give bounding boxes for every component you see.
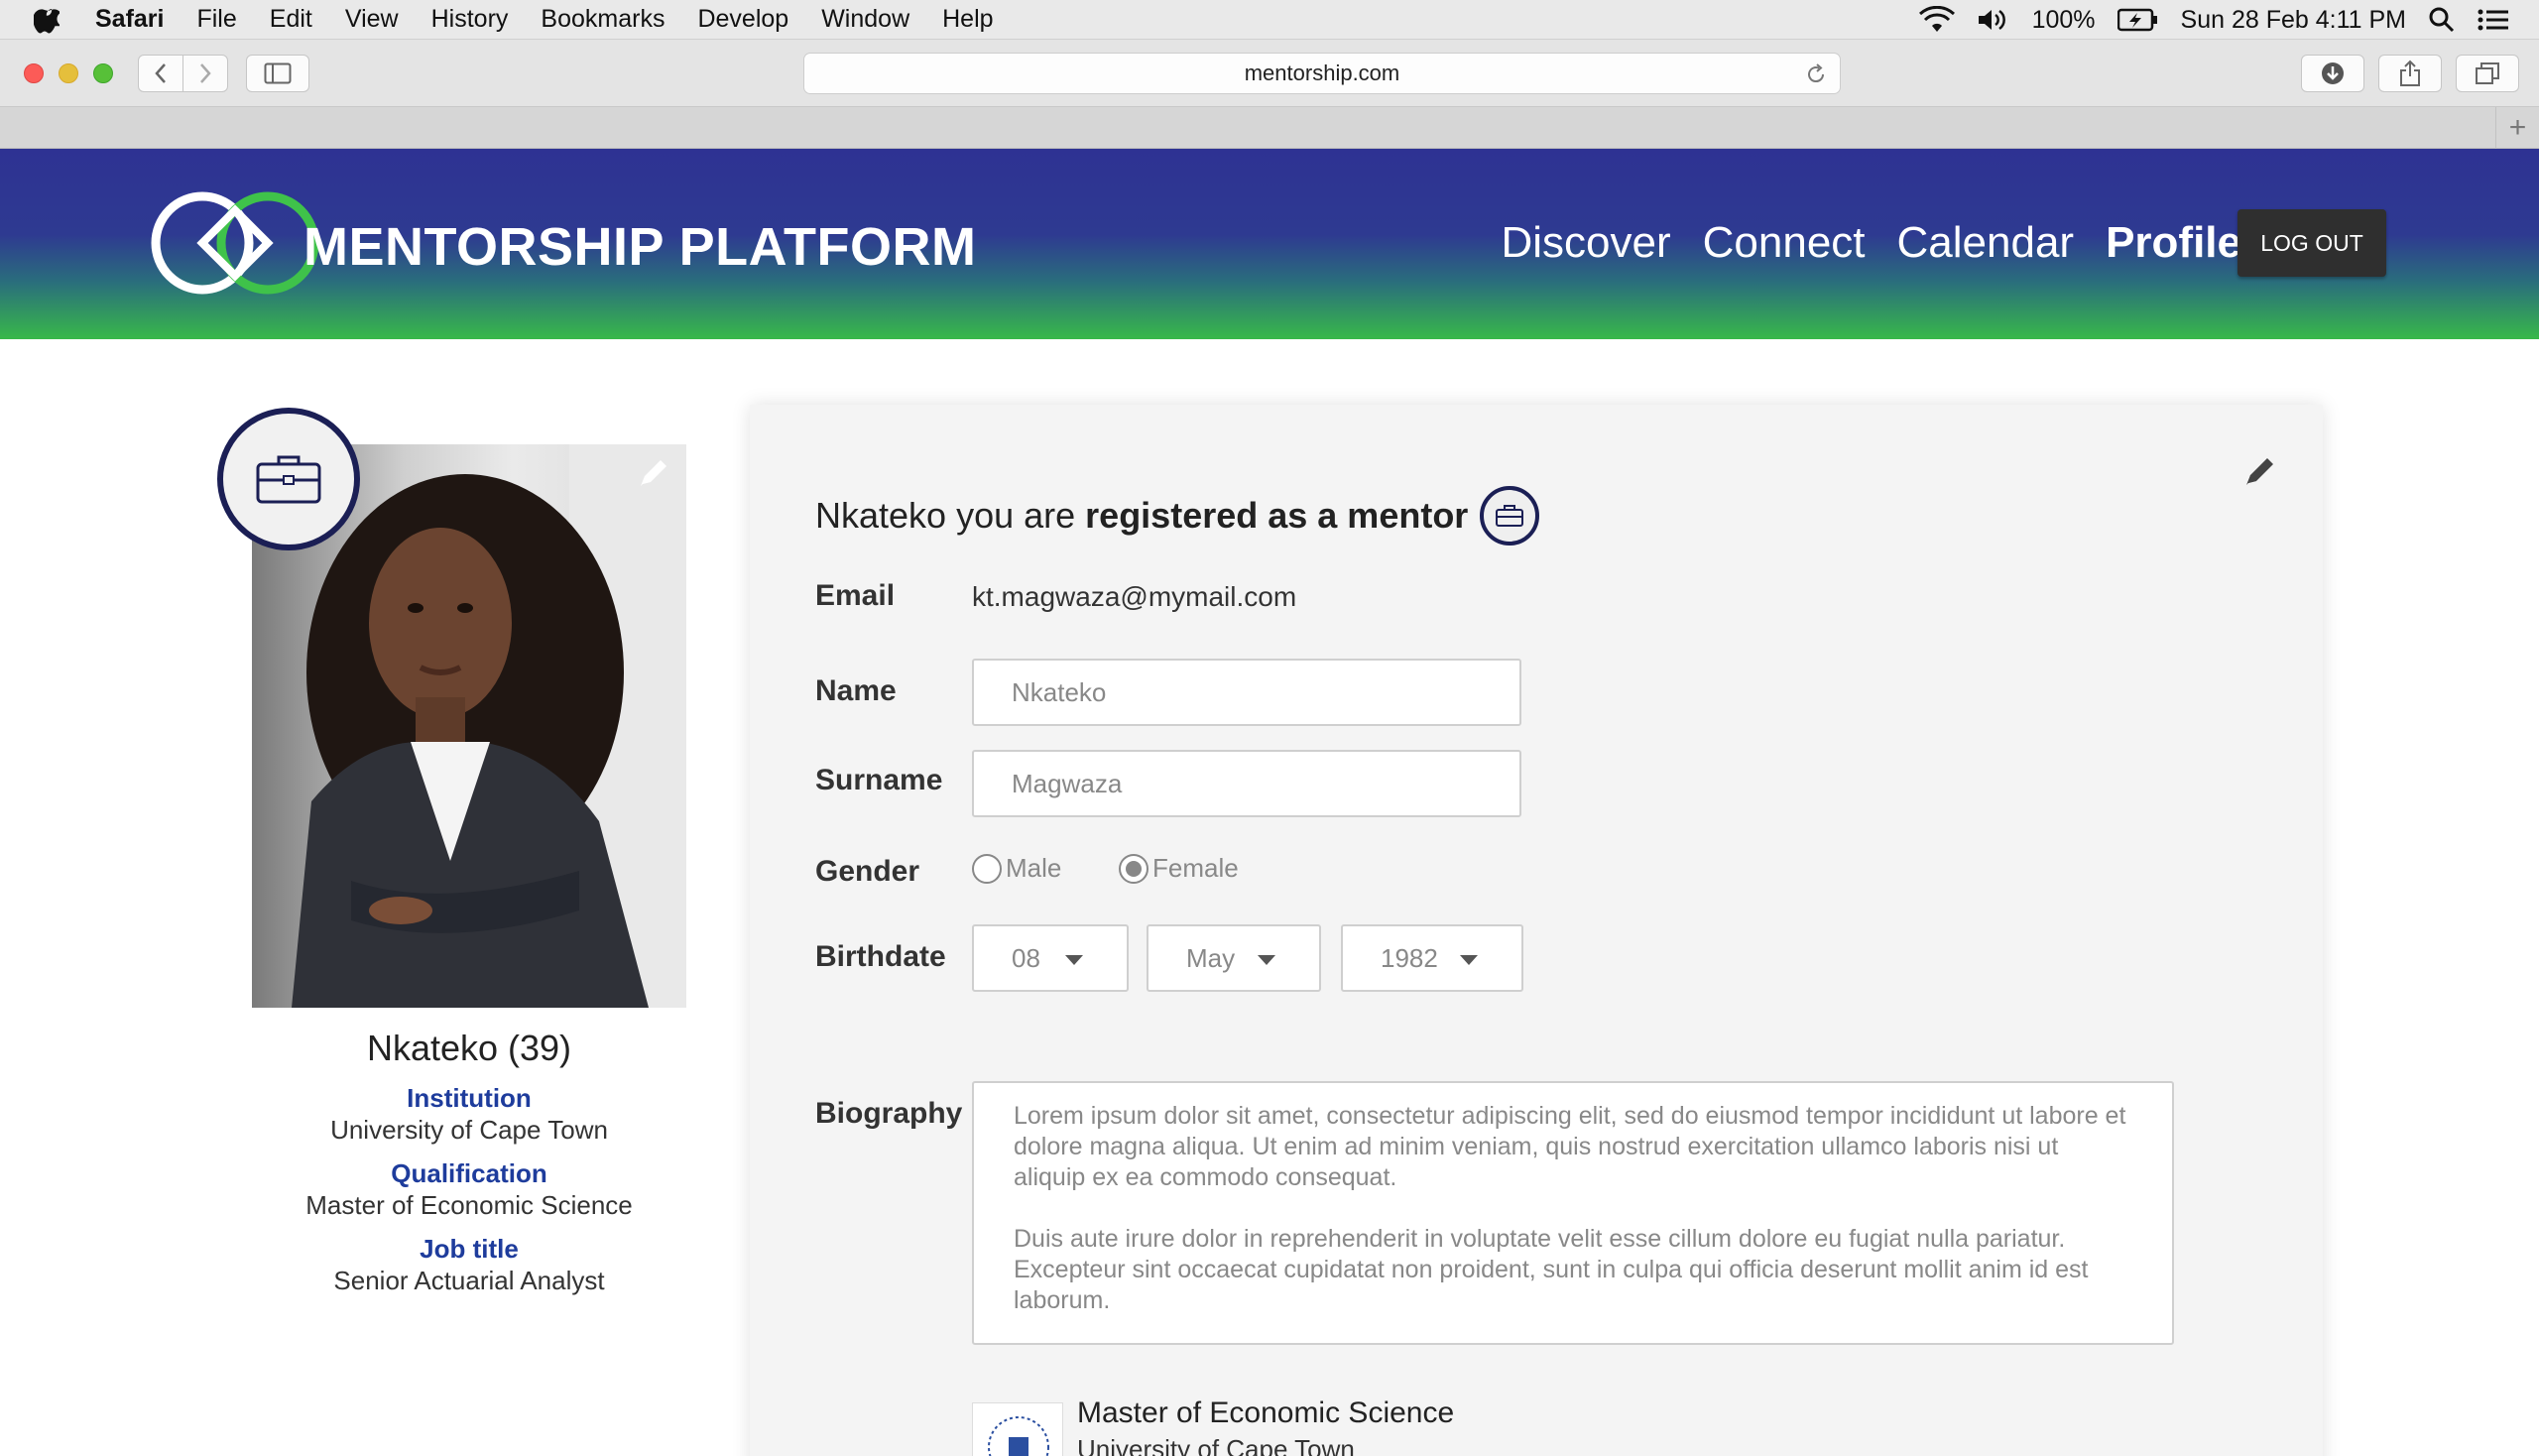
gender-label: Gender bbox=[815, 855, 920, 888]
share-icon bbox=[2400, 60, 2420, 86]
mentor-small-badge bbox=[1480, 486, 1540, 546]
volume-icon[interactable] bbox=[1977, 7, 2010, 33]
window-minimize-button[interactable] bbox=[59, 63, 78, 83]
edit-profile-pencil-icon[interactable] bbox=[2239, 450, 2281, 492]
biography-textarea[interactable]: Lorem ipsum dolor sit amet, consectetur … bbox=[972, 1081, 2174, 1345]
heading-role: registered as a mentor bbox=[1085, 495, 1469, 536]
window-close-button[interactable] bbox=[24, 63, 44, 83]
reload-icon[interactable] bbox=[1804, 62, 1828, 86]
menu-bar: Safari File Edit View History Bookmarks … bbox=[0, 0, 2539, 40]
show-tabs-button[interactable] bbox=[2456, 55, 2519, 92]
caret-down-icon bbox=[1258, 955, 1275, 965]
heading-prefix: Nkateko you are bbox=[815, 495, 1076, 536]
new-tab-plus-icon[interactable]: + bbox=[2495, 107, 2539, 149]
qualification-entry-institution: University of Cape Town bbox=[1077, 1434, 1355, 1456]
brand-title[interactable]: MENTORSHIP PLATFORM bbox=[303, 216, 977, 278]
qualification-label: Qualification bbox=[391, 1158, 547, 1188]
gender-male-label: Male bbox=[1006, 853, 1062, 883]
menu-view[interactable]: View bbox=[345, 5, 399, 34]
url-text: mentorship.com bbox=[1244, 61, 1400, 85]
job-title-label: Job title bbox=[420, 1234, 519, 1264]
browser-toolbar: mentorship.com bbox=[0, 40, 2539, 107]
chevron-left-icon bbox=[155, 63, 166, 83]
nav-connect[interactable]: Connect bbox=[1703, 218, 1866, 268]
apple-icon[interactable] bbox=[34, 5, 69, 35]
registration-heading: Nkateko you are registered as a mentor bbox=[815, 486, 1540, 546]
name-input-value: Nkateko bbox=[1012, 676, 1107, 707]
wifi-icon[interactable] bbox=[1918, 6, 1955, 34]
institution-value: University of Cape Town bbox=[330, 1115, 608, 1145]
menu-develop[interactable]: Develop bbox=[697, 5, 788, 34]
birth-month-select[interactable]: May bbox=[1147, 924, 1321, 992]
radio-checked-icon[interactable] bbox=[1119, 853, 1149, 884]
birth-year-select[interactable]: 1982 bbox=[1341, 924, 1523, 992]
name-input[interactable]: Nkateko bbox=[972, 659, 1521, 726]
download-icon bbox=[2322, 62, 2344, 84]
menu-history[interactable]: History bbox=[431, 5, 509, 34]
notification-center-icon[interactable] bbox=[2478, 8, 2509, 32]
email-value: kt.magwaza@mymail.com bbox=[972, 581, 1297, 612]
birthdate-label: Birthdate bbox=[815, 940, 946, 973]
caret-down-icon bbox=[1065, 955, 1083, 965]
platform-logo-icon[interactable] bbox=[151, 188, 329, 298]
birth-day-select[interactable]: 08 bbox=[972, 924, 1129, 992]
nav-profile[interactable]: Profile bbox=[2106, 218, 2241, 268]
sidebar-toggle-button[interactable] bbox=[246, 55, 309, 92]
photo-edit-pencil-icon[interactable] bbox=[635, 452, 674, 492]
birth-day-value: 08 bbox=[1012, 942, 1040, 973]
briefcase-icon bbox=[256, 455, 321, 504]
surname-label: Surname bbox=[815, 764, 943, 796]
menu-window[interactable]: Window bbox=[821, 5, 909, 34]
gender-female-radio[interactable]: Female bbox=[1119, 853, 1239, 884]
surname-input[interactable]: Magwaza bbox=[972, 750, 1521, 817]
tab-strip: + bbox=[0, 107, 2539, 149]
mentor-role-badge bbox=[217, 408, 360, 550]
chevron-right-icon bbox=[200, 63, 211, 83]
main-nav: Discover Connect Calendar Profile bbox=[1501, 218, 2241, 268]
tabs-overview-icon bbox=[2476, 62, 2499, 84]
bio-paragraph-2: Duis aute irure dolor in reprehenderit i… bbox=[1014, 1225, 2089, 1314]
profile-name: Nkateko (39) bbox=[366, 1028, 572, 1068]
briefcase-icon bbox=[1496, 505, 1524, 527]
back-button[interactable] bbox=[138, 55, 183, 92]
biography-label: Biography bbox=[815, 1097, 963, 1130]
gender-female-label: Female bbox=[1152, 853, 1239, 883]
menu-app-safari[interactable]: Safari bbox=[95, 5, 164, 34]
clock[interactable]: Sun 28 Feb 4:11 PM bbox=[2181, 6, 2406, 35]
job-title-value: Senior Actuarial Analyst bbox=[333, 1266, 605, 1295]
nav-calendar[interactable]: Calendar bbox=[1897, 218, 2075, 268]
site-header: MENTORSHIP PLATFORM Discover Connect Cal… bbox=[0, 149, 2539, 339]
forward-button[interactable] bbox=[182, 55, 228, 92]
window-maximize-button[interactable] bbox=[93, 63, 113, 83]
logout-button[interactable]: LOG OUT bbox=[2237, 209, 2386, 277]
qualification-value: Master of Economic Science bbox=[305, 1190, 633, 1220]
nav-discover[interactable]: Discover bbox=[1501, 218, 1670, 268]
downloads-button[interactable] bbox=[2301, 55, 2364, 92]
birth-year-value: 1982 bbox=[1381, 942, 1438, 973]
menu-bookmarks[interactable]: Bookmarks bbox=[541, 5, 665, 34]
share-button[interactable] bbox=[2378, 55, 2442, 92]
spotlight-search-icon[interactable] bbox=[2428, 6, 2456, 34]
radio-unchecked-icon[interactable] bbox=[972, 853, 1002, 884]
battery-percent: 100% bbox=[2031, 5, 2096, 34]
birth-month-value: May bbox=[1186, 942, 1236, 973]
menu-help[interactable]: Help bbox=[942, 5, 993, 34]
battery-icon[interactable] bbox=[2116, 8, 2159, 32]
bio-paragraph-1: Lorem ipsum dolor sit amet, consectetur … bbox=[1014, 1102, 2126, 1191]
name-label: Name bbox=[815, 674, 897, 707]
address-bar[interactable]: mentorship.com bbox=[803, 53, 1841, 94]
menu-edit[interactable]: Edit bbox=[270, 5, 312, 34]
sidebar-icon bbox=[264, 62, 292, 84]
surname-input-value: Magwaza bbox=[1012, 768, 1123, 798]
qualification-entry-title: Master of Economic Science bbox=[1077, 1396, 1455, 1429]
university-crest-icon bbox=[972, 1402, 1063, 1456]
gender-male-radio[interactable]: Male bbox=[972, 853, 1061, 884]
menu-file[interactable]: File bbox=[196, 5, 236, 34]
email-label: Email bbox=[815, 579, 896, 612]
institution-label: Institution bbox=[407, 1083, 532, 1113]
caret-down-icon bbox=[1460, 955, 1478, 965]
